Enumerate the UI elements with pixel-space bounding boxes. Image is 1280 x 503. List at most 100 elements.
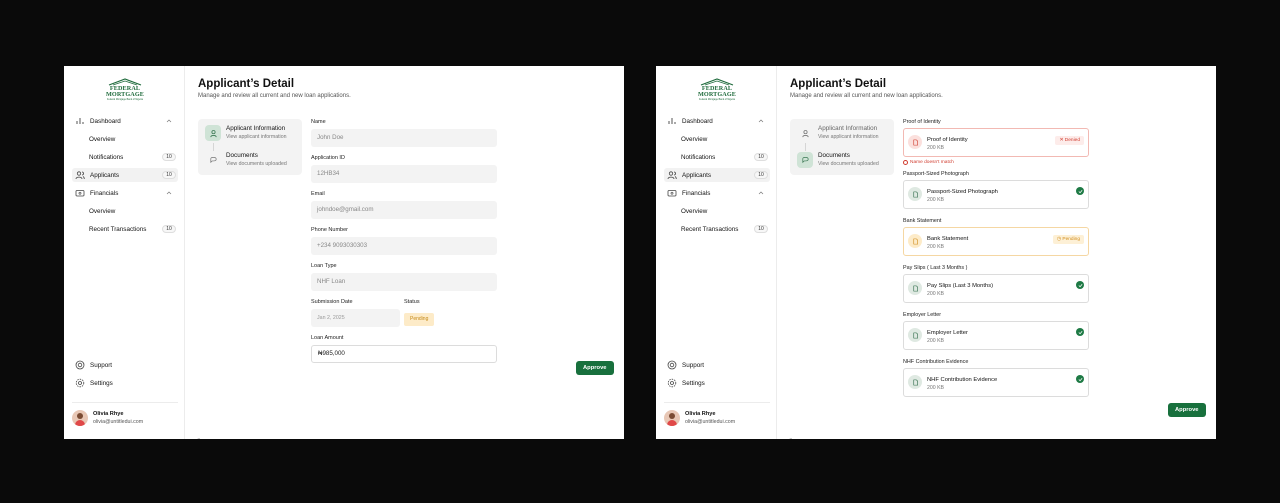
- submission-date-label: Submission Date: [311, 299, 353, 305]
- loan-type-label: Loan Type: [311, 263, 337, 269]
- document-group-passport: Passport-Sized Photograph Passport-Sized…: [903, 171, 1089, 209]
- document-label: Proof of Identity: [903, 119, 941, 125]
- brand-logo: FEDERAL MORTGAGE Federal Mortgage Bank o…: [698, 78, 736, 106]
- detail-steps: Applicant Information View applicant inf…: [198, 119, 302, 175]
- nav-financials[interactable]: Financials: [72, 186, 178, 200]
- step-icon: [205, 152, 221, 168]
- gear-icon: [75, 378, 85, 388]
- chevron-up-icon[interactable]: [166, 190, 172, 196]
- document-label: NHF Contribution Evidence: [903, 359, 969, 365]
- step-title: Documents: [226, 152, 258, 159]
- avatar: [72, 410, 88, 426]
- submission-date-field[interactable]: Jan 2, 2025: [311, 309, 400, 327]
- page-header: Applicant’s Detail Manage and review all…: [198, 78, 618, 99]
- applicant-info-screen: FEDERAL MORTGAGE Federal Mortgage Bank o…: [64, 66, 624, 439]
- nav-support[interactable]: Support: [664, 358, 770, 372]
- brand-line-3: Federal Mortgage Bank of Nigeria: [107, 98, 143, 101]
- loan-amount-label: Loan Amount: [311, 335, 344, 341]
- life-buoy-icon: [667, 360, 677, 370]
- nav-support-label: Support: [682, 361, 705, 369]
- nav-recent-transactions[interactable]: Recent Transactions 10: [664, 222, 770, 236]
- chevron-up-icon[interactable]: [758, 190, 764, 196]
- application-id-field[interactable]: 12HB34: [311, 165, 497, 183]
- document-card-passport[interactable]: Passport-Sized Photograph 200 KB: [903, 180, 1089, 209]
- loan-amount-field[interactable]: ₦985,000: [311, 345, 497, 363]
- user-profile[interactable]: Olivia Rhye olivia@untitledui.com: [664, 410, 770, 428]
- applicants-count-badge: 10: [162, 171, 176, 179]
- step-description: View documents uploaded: [818, 161, 879, 167]
- document-label: Employer Letter: [903, 312, 942, 318]
- status-label: Status: [404, 299, 420, 305]
- nav-applicants[interactable]: Applicants 10: [664, 168, 770, 182]
- transactions-count-badge: 10: [754, 225, 768, 233]
- user-email: olivia@untitledui.com: [685, 419, 736, 425]
- user-profile[interactable]: Olivia Rhye olivia@untitledui.com: [72, 410, 178, 428]
- document-label: Pay Slips ( Last 3 Months ): [903, 265, 968, 271]
- approve-button[interactable]: Approve: [1168, 403, 1206, 417]
- nav-settings[interactable]: Settings: [72, 376, 178, 390]
- document-name: Employer Letter: [927, 330, 968, 336]
- name-label: Name: [311, 119, 326, 125]
- nav-settings-label: Settings: [682, 379, 705, 387]
- nav-overview[interactable]: Overview: [72, 132, 178, 146]
- nav-applicants[interactable]: Applicants 10: [72, 168, 178, 182]
- approve-button[interactable]: Approve: [576, 361, 614, 375]
- chevron-up-icon[interactable]: [166, 118, 172, 124]
- transactions-count-badge: 10: [162, 225, 176, 233]
- file-icon: [908, 281, 922, 295]
- step-icon: [797, 152, 813, 168]
- document-card-nhf-contribution[interactable]: NHF Contribution Evidence 200 KB: [903, 368, 1089, 397]
- nav-notifications-label: Notifications: [681, 153, 716, 161]
- wallet-icon: [75, 190, 85, 197]
- nav-dashboard[interactable]: Dashboard: [72, 114, 178, 128]
- document-card-payslips[interactable]: Pay Slips (Last 3 Months) 200 KB: [903, 274, 1089, 303]
- nav-financials-label: Financials: [90, 189, 119, 197]
- nav-recent-transactions[interactable]: Recent Transactions 10: [72, 222, 178, 236]
- step-applicant-information[interactable]: Applicant Information View applicant inf…: [795, 123, 891, 151]
- documents-screen: FEDERAL MORTGAGE Federal Mortgage Bank o…: [656, 66, 1216, 439]
- user-name: Olivia Rhye: [685, 411, 716, 417]
- loan-type-field[interactable]: NHF Loan: [311, 273, 497, 291]
- notifications-count-badge: 10: [162, 153, 176, 161]
- document-card-proof-of-identity[interactable]: Proof of Identity 200 KB ✕ Denied: [903, 128, 1089, 157]
- nav-support[interactable]: Support: [72, 358, 178, 372]
- nav-financials-overview[interactable]: Overview: [664, 204, 770, 218]
- secondary-nav: Support Settings: [72, 358, 178, 394]
- document-card-bank-statement[interactable]: Bank Statement 200 KB ◷ Pending: [903, 227, 1089, 256]
- page-header: Applicant’s Detail Manage and review all…: [790, 78, 1210, 99]
- user-icon: [209, 129, 217, 137]
- date-status-row: Submission Date Jan 2, 2025 Status Pendi…: [311, 299, 497, 335]
- nav-overview[interactable]: Overview: [664, 132, 770, 146]
- step-description: View documents uploaded: [226, 161, 287, 167]
- name-field[interactable]: John Doe: [311, 129, 497, 147]
- email-field[interactable]: johndoe@gmail.com: [311, 201, 497, 219]
- phone-field[interactable]: +234 9093030303: [311, 237, 497, 255]
- users-icon: [75, 171, 85, 180]
- chat-icon: [209, 156, 217, 163]
- nav-support-label: Support: [90, 361, 113, 369]
- step-applicant-information[interactable]: Applicant Information View applicant inf…: [203, 123, 299, 151]
- user-email: olivia@untitledui.com: [93, 419, 144, 425]
- nav-financials[interactable]: Financials: [664, 186, 770, 200]
- sidebar: FEDERAL MORTGAGE Federal Mortgage Bank o…: [64, 66, 185, 439]
- secondary-nav: Support Settings: [664, 358, 770, 394]
- nav-financials-overview-label: Overview: [89, 207, 116, 215]
- document-size: 200 KB: [927, 244, 945, 250]
- nav-financials-overview[interactable]: Overview: [72, 204, 178, 218]
- file-icon: [908, 234, 922, 248]
- step-documents[interactable]: Documents View documents uploaded: [203, 150, 299, 172]
- nav-recent-transactions-label: Recent Transactions: [89, 225, 147, 233]
- logout-icon[interactable]: [197, 438, 205, 439]
- nav-settings[interactable]: Settings: [664, 376, 770, 390]
- nav-notifications[interactable]: Notifications 10: [72, 150, 178, 164]
- page-title: Applicant’s Detail: [790, 78, 887, 90]
- document-card-employer-letter[interactable]: Employer Letter 200 KB: [903, 321, 1089, 350]
- logout-icon[interactable]: [789, 438, 797, 439]
- chevron-up-icon[interactable]: [758, 118, 764, 124]
- brand-line-3: Federal Mortgage Bank of Nigeria: [699, 98, 735, 101]
- step-documents[interactable]: Documents View documents uploaded: [795, 150, 891, 172]
- nav-dashboard[interactable]: Dashboard: [664, 114, 770, 128]
- bar-chart-icon: [668, 118, 676, 124]
- document-group-employer: Employer Letter Employer Letter 200 KB: [903, 312, 1089, 350]
- nav-notifications[interactable]: Notifications 10: [664, 150, 770, 164]
